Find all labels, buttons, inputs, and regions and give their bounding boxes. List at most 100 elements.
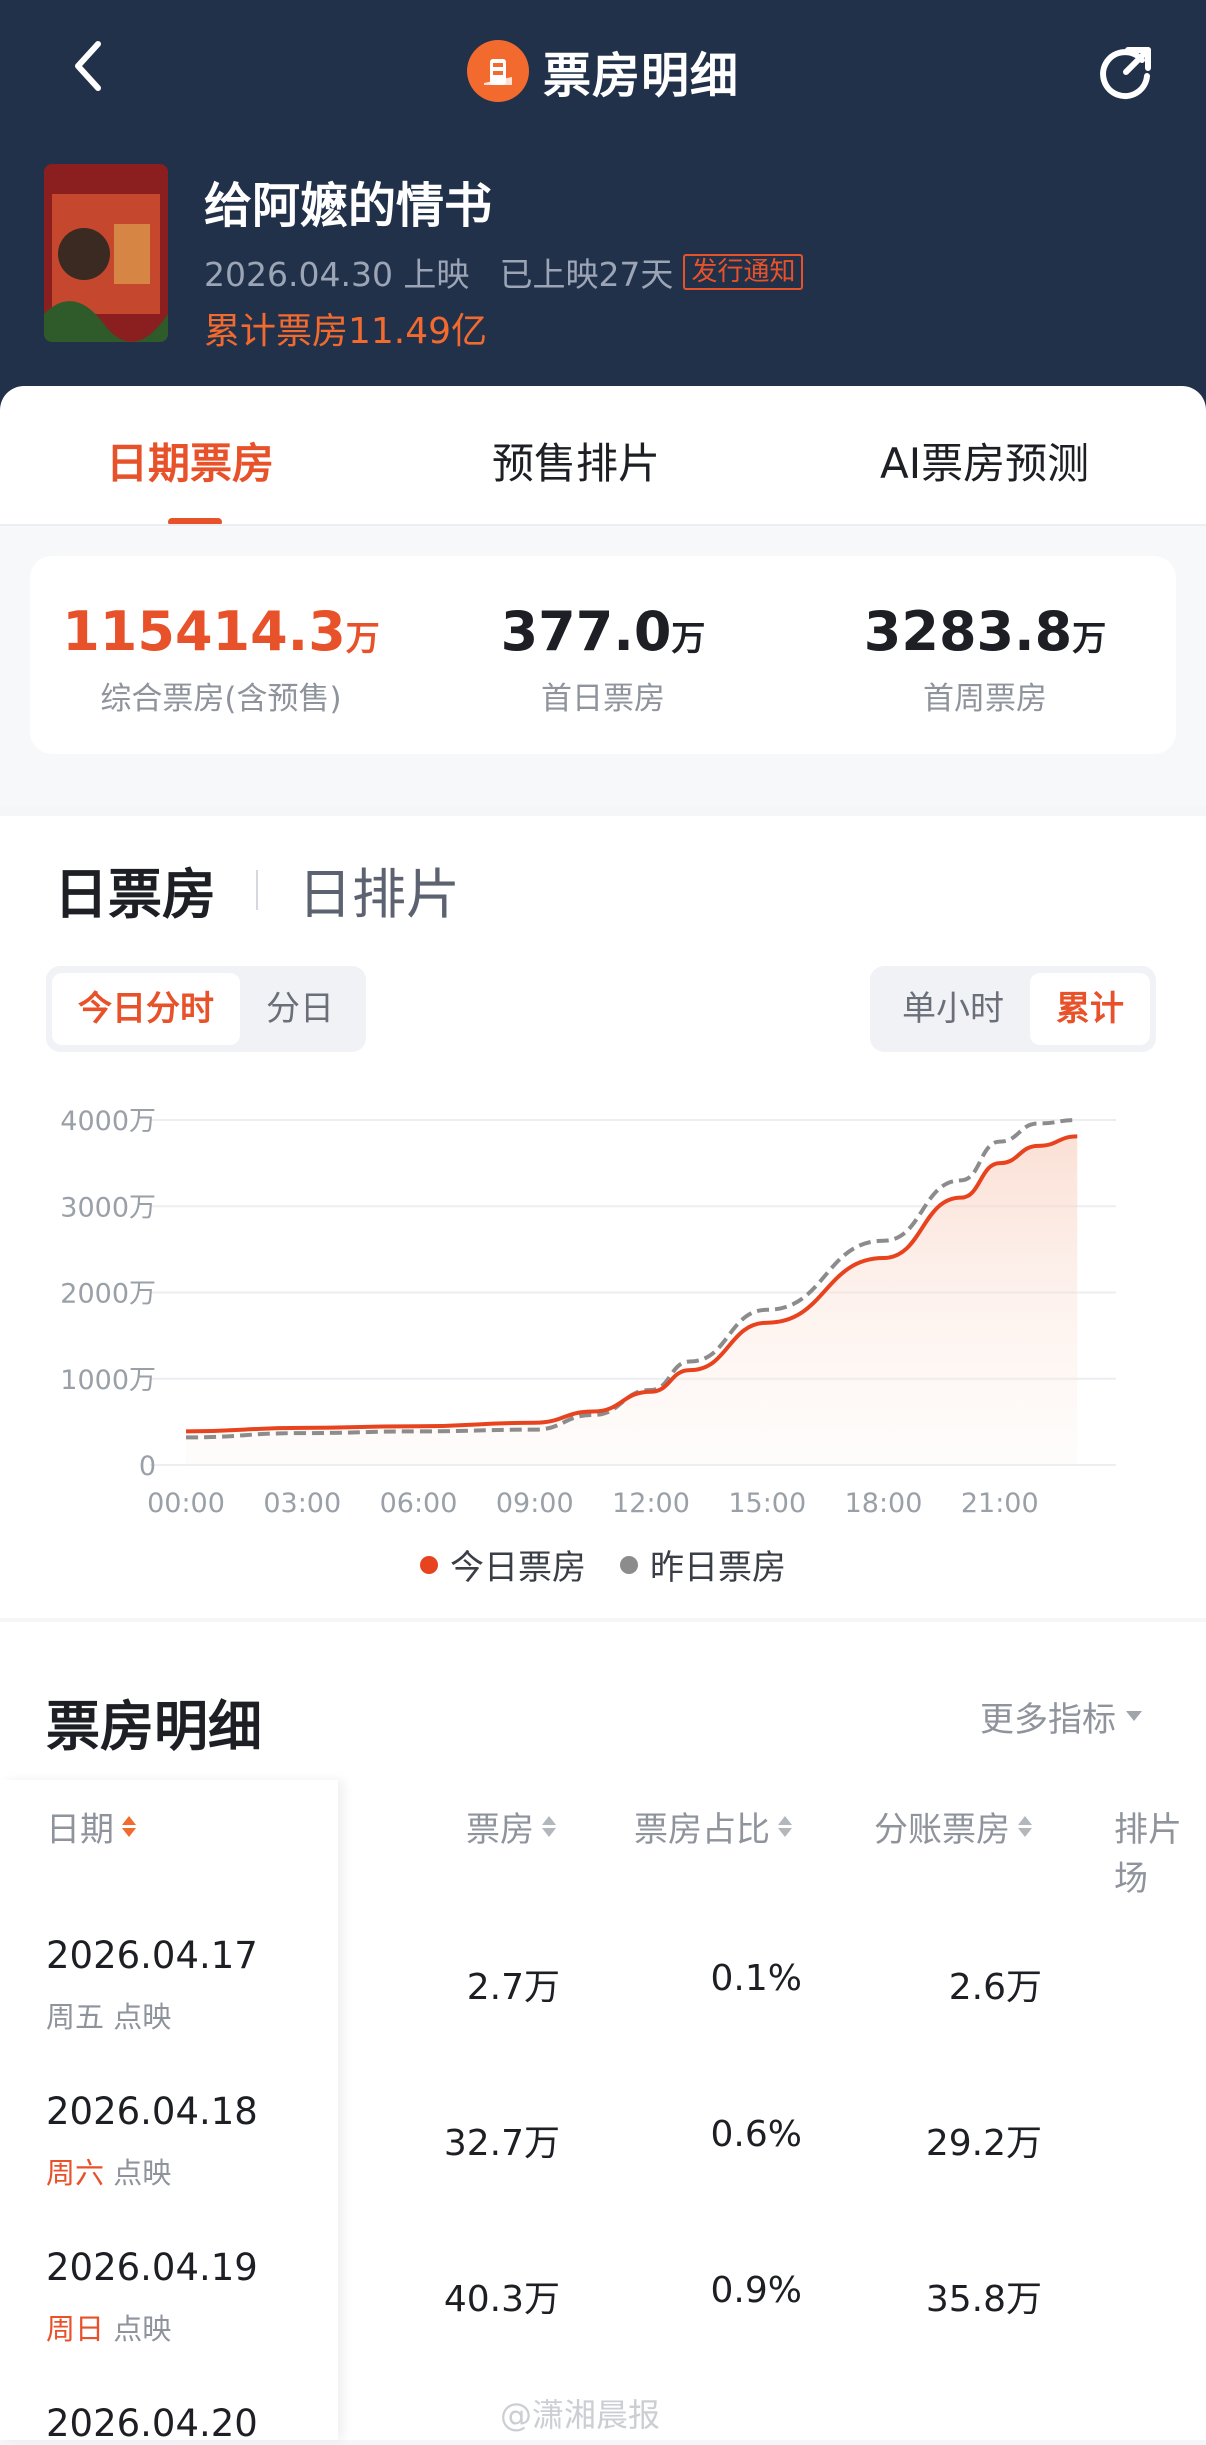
row-split: 29.2万 xyxy=(925,2123,1042,2164)
col-header-split[interactable]: 分账票房 xyxy=(874,1802,1032,1851)
tab-separator xyxy=(256,869,258,910)
x-tick-label: 12:00 xyxy=(612,1488,690,1519)
stat-first-week: 3283.8万 首周票房 xyxy=(794,600,1176,718)
more-metrics-button[interactable]: 更多指标 xyxy=(980,1692,1142,1741)
watermark: @潇湘晨报 xyxy=(500,2396,661,2434)
movie-meta: 2026.04.30 上映 已上映27天 发行通知 xyxy=(204,248,804,296)
notice-badge[interactable]: 发行通知 xyxy=(683,254,804,290)
sort-icon xyxy=(1018,1816,1032,1837)
main-tabs: 日期票房 预售排片 AI票房预测 xyxy=(0,430,1206,524)
row-tag: 点映 xyxy=(113,2312,172,2346)
stat-first-week-label: 首周票房 xyxy=(923,681,1047,717)
stat-total-unit: 万 xyxy=(345,619,380,659)
movie-poster[interactable] xyxy=(44,164,168,342)
x-tick-label: 09:00 xyxy=(496,1488,574,1519)
col-header-share[interactable]: 票房占比 xyxy=(634,1802,792,1851)
y-tick-label: 0 xyxy=(139,1451,156,1482)
value-mode-toggle: 单小时 累计 xyxy=(870,966,1156,1052)
row-weekday: 周六 xyxy=(46,2156,105,2190)
row-weekday: 周五 xyxy=(46,2000,105,2034)
row-date: 2026.04.18 xyxy=(46,2090,258,2133)
stat-total-label: 综合票房(含预售) xyxy=(100,681,342,717)
release-date: 2026.04.30 上映 xyxy=(204,255,470,294)
page-title: 票房明细 xyxy=(542,48,739,104)
share-button[interactable] xyxy=(1090,36,1160,106)
more-metrics-label: 更多指标 xyxy=(980,1700,1116,1740)
stat-first-day-value: 377.0 xyxy=(500,600,672,663)
col-sessions-label: 排片场 xyxy=(1114,1810,1182,1899)
col-share-label: 票房占比 xyxy=(634,1810,770,1850)
sort-icon xyxy=(778,1816,792,1837)
seg-today-hourly[interactable]: 今日分时 xyxy=(52,973,240,1045)
col-header-date[interactable]: 日期 xyxy=(46,1802,136,1851)
legend-today[interactable]: 今日票房 xyxy=(420,1540,586,1589)
x-tick-label: 03:00 xyxy=(263,1488,341,1519)
row-date: 2026.04.19 xyxy=(46,2246,258,2289)
detail-title: 票房明细 xyxy=(46,1695,262,1758)
row-sub: 周日 点映 xyxy=(46,2306,171,2348)
tab-date-box-office[interactable]: 日期票房 xyxy=(106,430,274,491)
stat-total-value: 115414.3 xyxy=(62,600,346,663)
sort-icon xyxy=(542,1816,556,1837)
share-icon xyxy=(1100,47,1151,100)
chart-sub-tabs: 日票房 日排片 xyxy=(54,850,460,929)
row-date: 2026.04.17 xyxy=(46,1934,258,1977)
header-title-group: 票房明细 xyxy=(0,36,1206,106)
tab-daily-box-office[interactable]: 日票房 xyxy=(54,850,216,929)
x-tick-label: 15:00 xyxy=(728,1488,806,1519)
y-tick-label: 4000万 xyxy=(60,1106,156,1137)
stat-first-week-unit: 万 xyxy=(1072,619,1107,659)
dropdown-arrow-icon xyxy=(1126,1710,1142,1721)
x-tick-label: 18:00 xyxy=(845,1488,923,1519)
row-sub: 周六 点映 xyxy=(46,2150,171,2192)
row-share: 0.9% xyxy=(710,2270,802,2311)
y-tick-label: 1000万 xyxy=(60,1365,156,1396)
app-logo-icon xyxy=(466,40,529,102)
col-box-label: 票房 xyxy=(466,1810,534,1850)
row-split: 2.6万 xyxy=(948,1967,1042,2008)
seg-by-day[interactable]: 分日 xyxy=(240,973,360,1045)
row-box: 40.3万 xyxy=(443,2279,560,2320)
x-tick-label: 00:00 xyxy=(147,1488,225,1519)
legend-dot-yesterday xyxy=(620,1555,638,1574)
stat-first-day: 377.0万 首日票房 xyxy=(412,600,794,718)
seg-cumulative[interactable]: 累计 xyxy=(1030,973,1150,1045)
tab-daily-schedule[interactable]: 日排片 xyxy=(298,850,460,929)
seg-single-hour[interactable]: 单小时 xyxy=(876,973,1030,1045)
col-header-box[interactable]: 票房 xyxy=(466,1802,556,1851)
stat-total: 115414.3万 综合票房(含预售) xyxy=(30,600,412,718)
legend-dot-today xyxy=(420,1555,438,1574)
col-date-label: 日期 xyxy=(46,1810,114,1850)
total-box-office: 累计票房11.49亿 xyxy=(204,311,488,352)
sort-icon xyxy=(122,1816,136,1837)
legend-today-label: 今日票房 xyxy=(450,1548,586,1588)
movie-title: 给阿嬷的情书 xyxy=(204,178,493,234)
tab-presale-schedule[interactable]: 预售排片 xyxy=(492,430,660,491)
row-tag: 点映 xyxy=(113,2156,172,2190)
row-split: 35.8万 xyxy=(925,2279,1042,2320)
row-box: 32.7万 xyxy=(443,2123,560,2164)
time-granularity-toggle: 今日分时 分日 xyxy=(46,966,366,1052)
stat-first-day-unit: 万 xyxy=(671,619,706,659)
stat-first-week-value: 3283.8 xyxy=(863,600,1073,663)
row-weekday: 周日 xyxy=(46,2312,105,2346)
col-split-label: 分账票房 xyxy=(874,1810,1010,1850)
row-tag: 点映 xyxy=(113,2000,172,2034)
legend-yesterday[interactable]: 昨日票房 xyxy=(620,1540,786,1589)
row-date: 2026.04.20 xyxy=(46,2402,258,2445)
stat-first-day-label: 首日票房 xyxy=(541,681,665,717)
row-share: 0.6% xyxy=(710,2114,802,2155)
box-office-line-chart: 0 1000万 2000万 3000万 4000万 00:00 03:00 06:00 09:… xyxy=(60,1106,1116,1519)
days-released: 已上映27天 xyxy=(499,255,674,294)
x-tick-label: 21:00 xyxy=(961,1488,1039,1519)
chart-legend: 今日票房 昨日票房 xyxy=(0,1540,1206,1589)
row-box: 2.7万 xyxy=(466,1967,560,2008)
row-share: 0.1% xyxy=(710,1958,802,1999)
col-header-sessions[interactable]: 排片场 xyxy=(1114,1802,1206,1900)
tab-ai-forecast[interactable]: AI票房预测 xyxy=(880,430,1089,491)
x-tick-label: 06:00 xyxy=(380,1488,458,1519)
y-tick-label: 2000万 xyxy=(60,1279,156,1310)
row-sub: 周五 点映 xyxy=(46,1994,171,2036)
stats-card: 115414.3万 综合票房(含预售) 377.0万 首日票房 3283.8万 … xyxy=(30,556,1176,754)
legend-yesterday-label: 昨日票房 xyxy=(650,1548,786,1588)
